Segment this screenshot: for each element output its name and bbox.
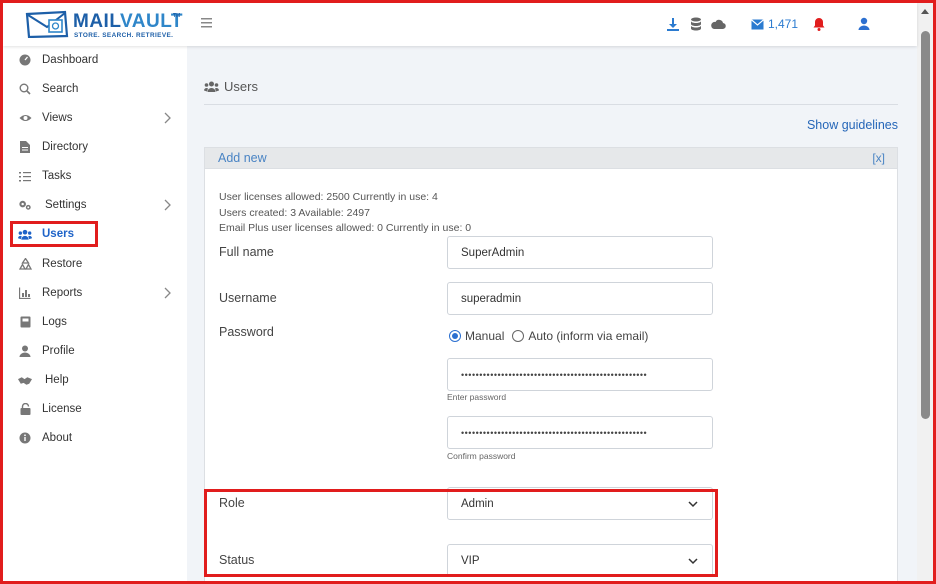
hamburger-icon[interactable] xyxy=(201,17,215,31)
users-created-info: Users created: 3 Available: 2497 xyxy=(219,207,370,219)
close-panel-button[interactable]: [x] xyxy=(872,151,885,165)
main-content: Users Show guidelines Add new [x] User l… xyxy=(187,46,917,581)
handshake-icon xyxy=(18,373,32,387)
password-input[interactable]: ••••••••••••••••••••••••••••••••••••••••… xyxy=(447,358,713,391)
sidebar-item-views[interactable]: Views xyxy=(11,105,183,131)
sidebar-item-label: Directory xyxy=(42,141,89,153)
full-name-label: Full name xyxy=(219,245,274,259)
logo-trademark: TM xyxy=(173,13,181,19)
sidebar-item-license[interactable]: License xyxy=(11,396,183,422)
scrollbar[interactable] xyxy=(917,3,933,581)
confirm-password-hint: Confirm password xyxy=(447,451,516,461)
enter-password-hint: Enter password xyxy=(447,392,507,402)
sidebar-item-label: About xyxy=(42,432,73,444)
sidebar: Dashboard Search Views Directory Tasks S… xyxy=(3,46,187,581)
chevron-down-icon xyxy=(688,558,698,565)
password-label: Password xyxy=(219,325,274,339)
envelope-logo-icon xyxy=(25,10,69,38)
radio-auto-label[interactable]: Auto (inform via email) xyxy=(528,329,648,343)
page-title: Users xyxy=(204,79,258,94)
sidebar-item-dashboard[interactable]: Dashboard xyxy=(11,47,183,73)
sidebar-item-label: Dashboard xyxy=(42,54,99,66)
users-icon xyxy=(204,81,219,92)
users-icon xyxy=(18,227,32,241)
confirm-password-input[interactable]: ••••••••••••••••••••••••••••••••••••••••… xyxy=(447,416,713,449)
sidebar-item-label: Tasks xyxy=(42,170,72,182)
lock-icon xyxy=(18,402,32,416)
license-info-line: User licenses allowed: 2500 Currently in… xyxy=(219,191,438,203)
radio-manual[interactable] xyxy=(449,330,461,342)
username-label: Username xyxy=(219,291,277,305)
sidebar-item-help[interactable]: Help xyxy=(11,367,183,393)
role-select[interactable]: Admin xyxy=(447,487,713,520)
sidebar-item-label: Settings xyxy=(45,199,87,211)
username-input[interactable]: superadmin xyxy=(447,282,713,315)
show-guidelines-link[interactable]: Show guidelines xyxy=(807,118,898,132)
role-label: Role xyxy=(219,496,245,510)
book-icon xyxy=(18,315,32,329)
sidebar-item-label: Search xyxy=(42,83,79,95)
chevron-down-icon xyxy=(688,501,698,508)
sidebar-item-search[interactable]: Search xyxy=(11,76,183,102)
user-icon xyxy=(18,344,32,358)
database-icon[interactable] xyxy=(688,16,704,32)
envelope-icon xyxy=(751,18,764,29)
info-icon xyxy=(18,431,32,445)
sidebar-item-label: Views xyxy=(42,112,73,124)
chevron-right-icon xyxy=(164,199,171,211)
scroll-up-arrow-icon[interactable] xyxy=(921,9,929,14)
sidebar-item-about[interactable]: About xyxy=(11,425,183,451)
scrollbar-thumb[interactable] xyxy=(921,31,930,419)
role-select-value: Admin xyxy=(461,497,494,510)
cloud-icon[interactable] xyxy=(710,16,726,32)
mail-count: 1,471 xyxy=(768,17,799,31)
sidebar-item-label: Users xyxy=(42,228,74,240)
dashboard-icon xyxy=(18,53,32,67)
add-new-form: User licenses allowed: 2500 Currently in… xyxy=(204,169,898,581)
sidebar-item-reports[interactable]: Reports xyxy=(11,280,183,306)
tasks-icon xyxy=(18,169,32,183)
sidebar-item-profile[interactable]: Profile xyxy=(11,338,183,364)
radio-manual-label[interactable]: Manual xyxy=(465,329,504,343)
top-header: MAILVAULT TM STORE. SEARCH. RETRIEVE. 1,… xyxy=(3,3,917,46)
bell-icon[interactable] xyxy=(811,16,827,32)
sidebar-item-users[interactable]: Users xyxy=(11,221,183,247)
logo-wordmark: MAILVAULT xyxy=(73,11,184,32)
status-label: Status xyxy=(219,553,255,567)
status-select[interactable]: VIP xyxy=(447,544,713,577)
search-icon xyxy=(18,82,32,96)
email-plus-info: Email Plus user licenses allowed: 0 Curr… xyxy=(219,222,472,234)
sidebar-item-label: Logs xyxy=(42,316,67,328)
mailvault-logo[interactable]: MAILVAULT TM STORE. SEARCH. RETRIEVE. xyxy=(25,9,185,41)
download-icon[interactable] xyxy=(665,16,681,32)
eye-icon xyxy=(18,111,32,125)
add-new-panel-header[interactable]: Add new [x] xyxy=(204,147,898,169)
mail-count-indicator[interactable]: 1,471 xyxy=(751,17,798,31)
chevron-right-icon xyxy=(164,287,171,299)
gears-icon xyxy=(18,198,32,212)
sidebar-item-label: Profile xyxy=(42,345,75,357)
sidebar-item-tasks[interactable]: Tasks xyxy=(11,163,183,189)
sidebar-item-label: Restore xyxy=(42,258,83,270)
add-new-title: Add new xyxy=(218,151,267,165)
divider xyxy=(204,104,898,105)
status-select-value: VIP xyxy=(461,554,480,567)
sidebar-item-settings[interactable]: Settings xyxy=(11,192,183,218)
chevron-right-icon xyxy=(164,112,171,124)
recycle-icon xyxy=(18,257,32,271)
full-name-input[interactable]: SuperAdmin xyxy=(447,236,713,269)
sidebar-item-logs[interactable]: Logs xyxy=(11,309,183,335)
document-icon xyxy=(18,140,32,154)
sidebar-item-label: Help xyxy=(45,374,69,386)
sidebar-item-directory[interactable]: Directory xyxy=(11,134,183,160)
sidebar-item-label: License xyxy=(42,403,82,415)
logo-tagline: STORE. SEARCH. RETRIEVE. xyxy=(74,32,174,39)
password-mode-radios: Manual Auto (inform via email) xyxy=(449,329,648,343)
sidebar-item-label: Reports xyxy=(42,287,83,299)
user-icon[interactable] xyxy=(856,16,872,32)
radio-auto[interactable] xyxy=(512,330,525,342)
page-title-text: Users xyxy=(224,79,258,94)
chart-icon xyxy=(18,286,32,300)
sidebar-item-restore[interactable]: Restore xyxy=(11,251,183,277)
